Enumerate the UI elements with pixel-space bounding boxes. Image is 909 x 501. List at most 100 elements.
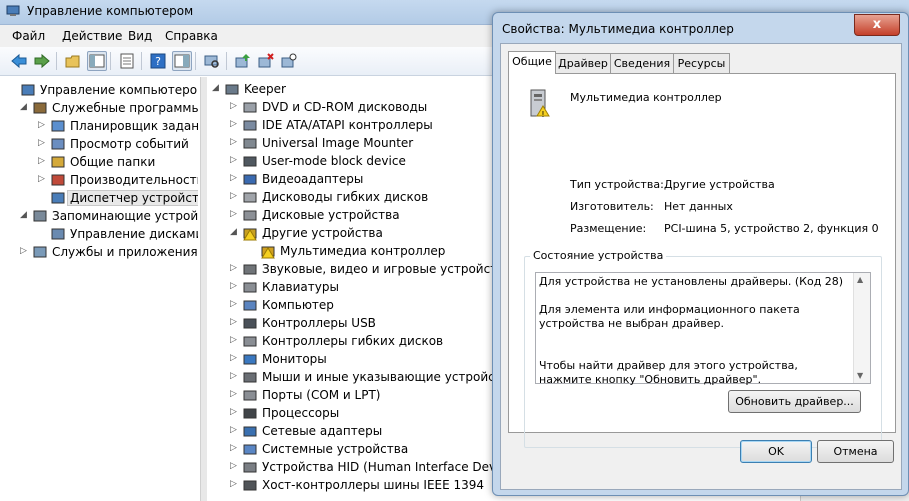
device-tree-label: Видеоадаптеры: [262, 172, 364, 186]
expand-arrow-icon[interactable]: ▷: [230, 443, 240, 453]
properties-icon[interactable]: [118, 52, 136, 70]
expand-arrow-icon[interactable]: ▷: [38, 156, 48, 166]
expand-arrow-icon[interactable]: ▷: [38, 138, 48, 148]
dialog-title: Свойства: Мультимедиа контроллер: [502, 22, 734, 36]
status-group-title: Состояние устройства: [530, 249, 667, 262]
menu-action[interactable]: Действие: [62, 29, 122, 43]
expand-arrow-icon[interactable]: ▷: [230, 155, 240, 165]
console-tree-label: Службы и приложения: [52, 245, 198, 259]
expand-arrow-icon[interactable]: ▷: [230, 119, 240, 129]
expand-arrow-icon[interactable]: ▷: [230, 371, 240, 381]
scroll-down-icon[interactable]: ▼: [857, 371, 863, 380]
expand-arrow-icon[interactable]: ▷: [230, 209, 240, 219]
expand-arrow-icon[interactable]: ◢: [20, 102, 30, 112]
device-tree-label: Мультимедиа контроллер: [280, 244, 446, 258]
device-category-icon: [243, 390, 257, 401]
expand-arrow-icon[interactable]: ▷: [230, 317, 240, 327]
up-folder-icon[interactable]: [64, 52, 82, 70]
expand-arrow-icon[interactable]: ▷: [230, 263, 240, 273]
manufacturer-label: Изготовитель:: [570, 200, 654, 213]
device-tree-label: Порты (COM и LPT): [262, 388, 381, 402]
menu-file[interactable]: Файл: [12, 29, 45, 43]
console-tree-label: Производительность: [70, 173, 198, 187]
menu-help[interactable]: Справка: [165, 29, 218, 43]
disable-device-icon[interactable]: [257, 52, 275, 70]
console-tree-label: Управление компьютером (л: [40, 83, 198, 97]
event-viewer-icon: [51, 138, 65, 150]
scan-hardware-icon[interactable]: [203, 52, 221, 70]
device-category-icon: [243, 228, 257, 241]
console-tree-label: Управление дисками: [70, 227, 198, 241]
tab-general[interactable]: Общие: [508, 51, 556, 74]
device-category-icon: [243, 336, 257, 347]
dialog-body: Общие Драйвер Сведения Ресурсы ! Мультим…: [500, 43, 902, 490]
expand-arrow-icon[interactable]: ▷: [230, 461, 240, 471]
device-category-icon: [243, 408, 257, 419]
forward-arrow-icon[interactable]: [33, 52, 51, 70]
update-driver-button[interactable]: Обновить драйвер...: [728, 390, 861, 413]
device-category-icon: [243, 138, 257, 149]
device-category-icon: [243, 300, 257, 311]
device-tree-label: Клавиатуры: [262, 280, 339, 294]
expand-arrow-icon[interactable]: ◢: [20, 210, 30, 220]
device-tree-label: Хост-контроллеры шины IEEE 1394: [262, 478, 485, 492]
device-category-icon: [243, 318, 257, 329]
device-category-icon: [243, 156, 257, 167]
shared-folder-icon: [51, 156, 65, 168]
cancel-button[interactable]: Отмена: [817, 440, 894, 463]
device-category-icon: [243, 372, 257, 383]
tab-resources[interactable]: Ресурсы: [673, 53, 730, 73]
tab-details[interactable]: Сведения: [610, 53, 674, 73]
svg-text:!: !: [541, 110, 544, 119]
show-tree-icon[interactable]: [87, 51, 107, 71]
expand-arrow-icon[interactable]: ▷: [38, 120, 48, 130]
device-tree-label: Дисковые устройства: [262, 208, 400, 222]
expand-arrow-icon[interactable]: ▷: [230, 191, 240, 201]
console-tree-label: Планировщик заданий: [70, 119, 198, 133]
device-tree-label: Компьютер: [262, 298, 334, 312]
unknown-device-icon: !: [530, 89, 550, 119]
expand-arrow-icon[interactable]: ▷: [20, 246, 30, 256]
expand-arrow-icon[interactable]: ◢: [212, 83, 222, 93]
status-scrollbar[interactable]: ▲ ▼: [853, 273, 870, 383]
device-category-icon: [243, 480, 257, 491]
device-category-icon: [243, 120, 257, 131]
status-textbox[interactable]: Для устройства не установлены драйверы. …: [535, 272, 871, 386]
scroll-up-icon[interactable]: ▲: [857, 275, 863, 284]
update-driver-icon[interactable]: [234, 52, 252, 70]
menu-view[interactable]: Вид: [128, 29, 152, 43]
close-button[interactable]: x: [854, 14, 900, 36]
help-icon[interactable]: ?: [149, 52, 167, 70]
expand-arrow-icon[interactable]: ▷: [230, 173, 240, 183]
ok-button[interactable]: OK: [740, 440, 812, 463]
show-action-pane-icon[interactable]: [172, 51, 192, 71]
expand-arrow-icon[interactable]: ▷: [230, 479, 240, 489]
tab-driver[interactable]: Драйвер: [555, 53, 611, 73]
close-icon: x: [872, 17, 882, 32]
manufacturer-value: Нет данных: [664, 200, 733, 213]
device-tree-label: Мониторы: [262, 352, 327, 366]
expand-arrow-icon[interactable]: ▷: [230, 281, 240, 291]
device-tree-label: Universal Image Mounter: [262, 136, 414, 150]
device-name: Мультимедиа контроллер: [570, 91, 722, 104]
expand-arrow-icon[interactable]: ▷: [230, 335, 240, 345]
console-tree-label: Запоминающие устройст: [52, 209, 198, 223]
performance-icon: [51, 174, 65, 186]
expand-arrow-icon[interactable]: ◢: [230, 227, 240, 237]
window-title: Управление компьютером: [27, 4, 194, 18]
back-arrow-icon[interactable]: [10, 52, 28, 70]
expand-arrow-icon[interactable]: ▷: [230, 299, 240, 309]
device-tree-label: Контроллеры USB: [262, 316, 376, 330]
expand-arrow-icon[interactable]: ▷: [230, 101, 240, 111]
uninstall-device-icon[interactable]: [280, 52, 298, 70]
device-category-icon: [243, 210, 257, 221]
expand-arrow-icon[interactable]: ▷: [230, 137, 240, 147]
expand-arrow-icon[interactable]: ▷: [38, 174, 48, 184]
expand-arrow-icon[interactable]: ▷: [230, 389, 240, 399]
status-text: Для устройства не установлены драйверы. …: [539, 275, 844, 386]
expand-arrow-icon[interactable]: ▷: [230, 407, 240, 417]
location-label: Размещение:: [570, 222, 647, 235]
expand-arrow-icon[interactable]: ▷: [230, 425, 240, 435]
expand-arrow-icon[interactable]: ▷: [230, 353, 240, 363]
